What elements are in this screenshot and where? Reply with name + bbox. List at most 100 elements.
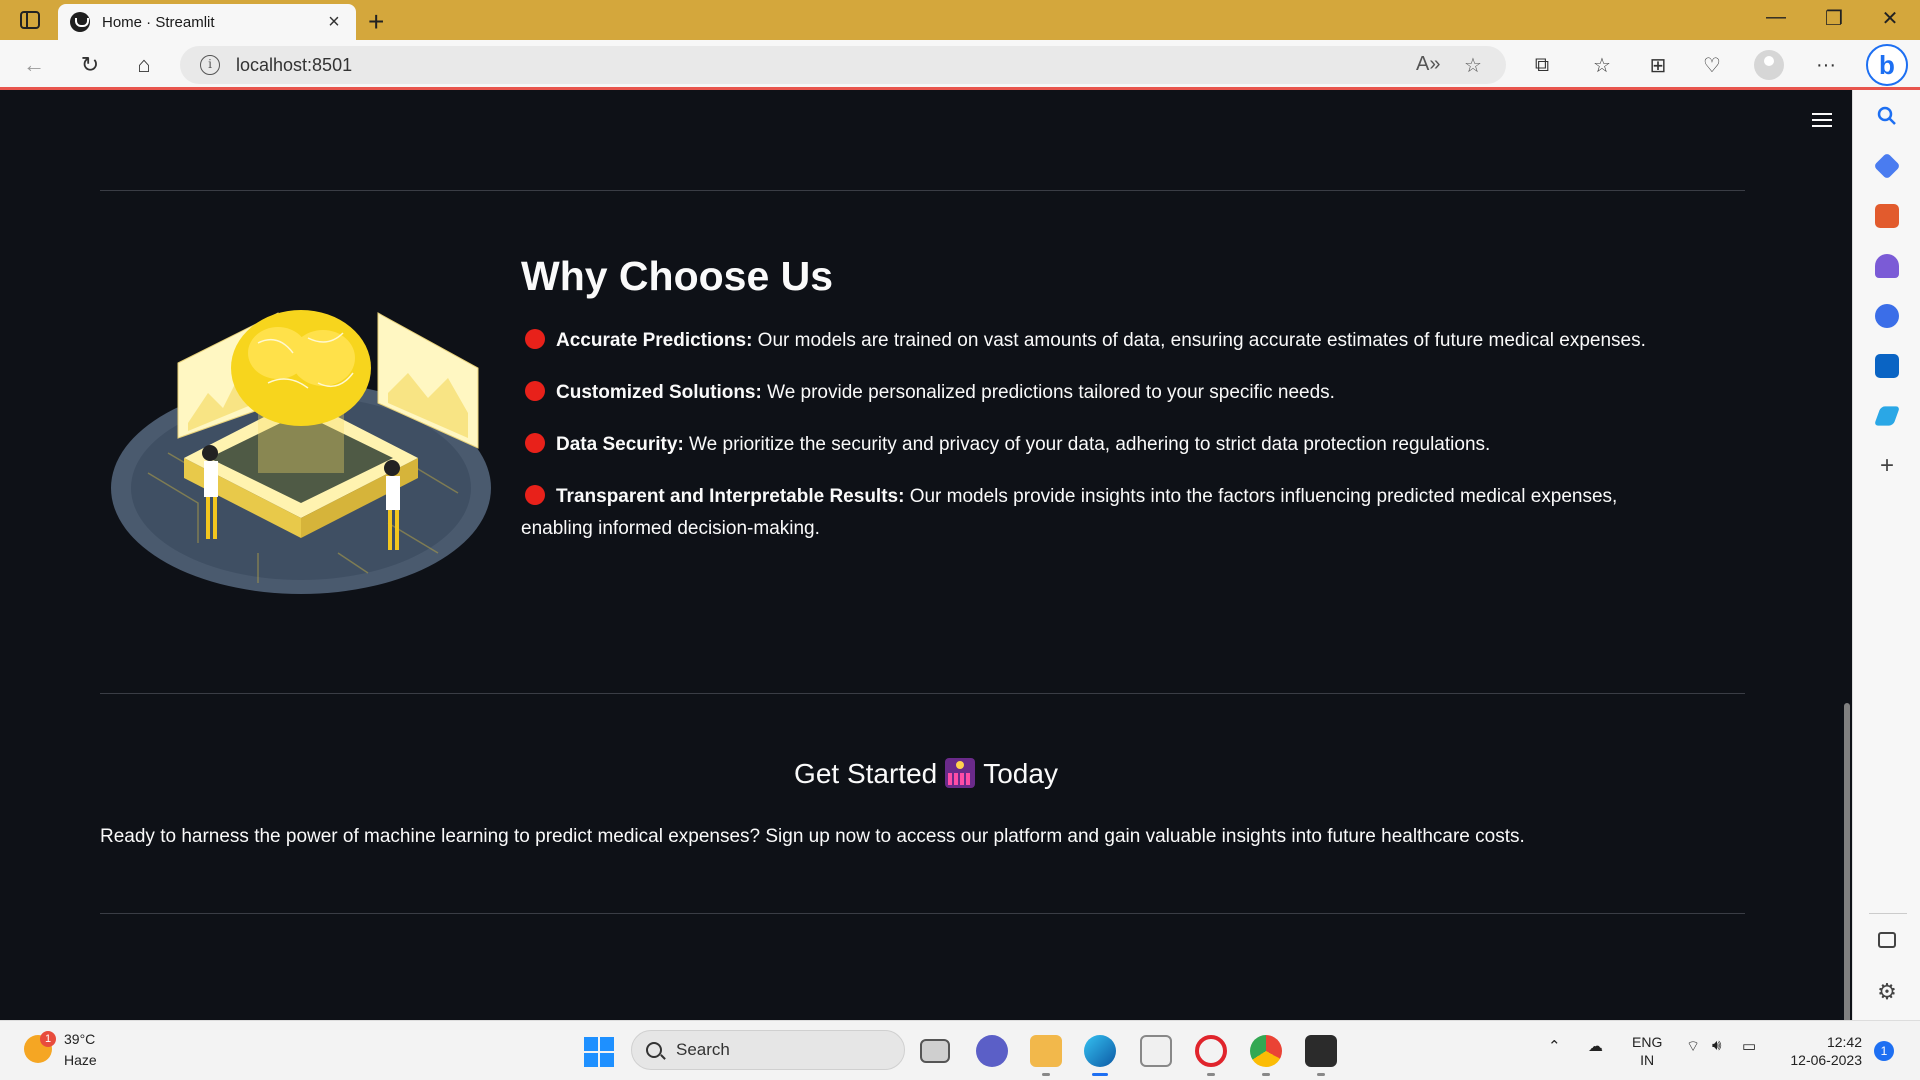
- profile-avatar[interactable]: [1754, 50, 1784, 80]
- tab-actions-icon[interactable]: [18, 9, 42, 31]
- outlook-icon[interactable]: [1875, 354, 1899, 378]
- task-view-icon[interactable]: [920, 1039, 950, 1063]
- feature-title: Customized Solutions:: [556, 382, 762, 403]
- edge-browser-icon[interactable]: [1084, 1035, 1116, 1067]
- region-code: IN: [1640, 1052, 1655, 1068]
- volume-icon[interactable]: 🔊︎: [1712, 1037, 1721, 1054]
- ai-brain-illustration: [111, 310, 491, 594]
- lang-code: ENG: [1632, 1034, 1663, 1050]
- streamlit-app: Why Choose Us Accurate Predictions: Our …: [0, 93, 1852, 1065]
- running-indicator: [1042, 1073, 1050, 1076]
- red-circle-icon: [525, 433, 545, 453]
- divider: [100, 693, 1745, 694]
- edge-sidebar: + ⚙: [1852, 90, 1920, 1020]
- running-indicator: [1262, 1073, 1270, 1076]
- teams-chat-icon[interactable]: [976, 1035, 1008, 1067]
- clock-time: 12:42: [1826, 1034, 1862, 1050]
- weather-temperature[interactable]: 39°C: [64, 1031, 95, 1047]
- streamlit-favicon-icon: [70, 12, 90, 32]
- feature-title: Data Security:: [556, 434, 684, 455]
- get-started-label: Get Started: [794, 758, 938, 789]
- why-choose-us-heading: Why Choose Us: [521, 253, 834, 299]
- wifi-icon[interactable]: ⌔: [1686, 1037, 1700, 1056]
- main-menu-icon[interactable]: [1812, 113, 1832, 131]
- tab-title: Home · Streamlit: [102, 13, 215, 31]
- read-aloud-icon[interactable]: A»: [1416, 53, 1440, 76]
- feature-title: Transparent and Interpretable Results:: [556, 486, 905, 507]
- hide-sidebar-icon[interactable]: [1878, 932, 1896, 948]
- running-indicator: [1207, 1073, 1215, 1076]
- weather-badge: 1: [40, 1031, 56, 1047]
- favorite-star-icon[interactable]: ☆: [1464, 53, 1482, 78]
- running-indicator: [1317, 1073, 1325, 1076]
- tab-close-icon[interactable]: ×: [324, 11, 344, 34]
- red-circle-icon: [525, 329, 545, 349]
- sidebar-settings-icon[interactable]: ⚙: [1875, 980, 1899, 1004]
- taskbar-search-label: Search: [676, 1040, 730, 1059]
- bing-copilot-icon[interactable]: b: [1866, 44, 1908, 86]
- get-started-paragraph: Ready to harness the power of machine le…: [100, 826, 1525, 847]
- terminal-icon[interactable]: [1305, 1035, 1337, 1067]
- show-hidden-icons-icon[interactable]: ⌃: [1548, 1037, 1561, 1055]
- address-bar[interactable]: i localhost:8501 A» ☆: [180, 46, 1506, 84]
- browser-tab-bar: Home · Streamlit × + — ❐ ✕: [0, 0, 1920, 40]
- sidebar-divider: [1869, 913, 1907, 914]
- feature-item: Transparent and Interpretable Results: O…: [521, 481, 1681, 545]
- feature-text: Our models are trained on vast amounts o…: [752, 330, 1646, 351]
- system-clock[interactable]: 12:42 12-06-2023: [1782, 1033, 1862, 1069]
- feature-item: Customized Solutions: We provide persona…: [521, 377, 1681, 409]
- refresh-icon[interactable]: ↻: [74, 50, 106, 80]
- restore-icon[interactable]: ❐: [1814, 6, 1854, 31]
- back-icon[interactable]: ←: [18, 50, 50, 80]
- feature-item: Accurate Predictions: Our models are tra…: [521, 325, 1681, 357]
- red-circle-icon: [525, 485, 545, 505]
- divider: [100, 913, 1745, 914]
- site-info-icon[interactable]: i: [200, 55, 220, 75]
- browser-nav-bar: ← ↻ ⌂ i localhost:8501 A» ☆ ⧉ ☆ ⊞ ♡ ··· …: [0, 40, 1920, 90]
- divider: [100, 190, 1745, 191]
- search-icon: [646, 1042, 662, 1058]
- games-icon[interactable]: [1875, 254, 1899, 278]
- add-sidebar-app-icon[interactable]: +: [1875, 454, 1899, 478]
- input-language[interactable]: ENG IN: [1632, 1033, 1662, 1069]
- file-explorer-icon[interactable]: [1030, 1035, 1062, 1067]
- taskbar-search-box[interactable]: Search: [631, 1030, 905, 1070]
- collections-icon[interactable]: ⊞: [1642, 50, 1674, 80]
- tools-icon[interactable]: [1875, 204, 1899, 228]
- today-label: Today: [983, 758, 1058, 789]
- close-window-icon[interactable]: ✕: [1870, 6, 1910, 31]
- get-started-heading: Get Started Today: [0, 758, 1852, 790]
- feature-title: Accurate Predictions:: [556, 330, 753, 351]
- more-options-icon[interactable]: ···: [1810, 50, 1842, 80]
- clock-date: 12-06-2023: [1790, 1052, 1862, 1068]
- browser-tab-home[interactable]: Home · Streamlit ×: [58, 4, 356, 40]
- feature-text: We provide personalized predictions tail…: [761, 382, 1335, 403]
- shopping-tag-icon[interactable]: [1873, 152, 1901, 180]
- minimize-icon[interactable]: —: [1756, 6, 1796, 29]
- features-list: Accurate Predictions: Our models are tra…: [521, 325, 1681, 565]
- drop-icon[interactable]: [1873, 406, 1901, 426]
- onedrive-icon[interactable]: ☁: [1588, 1037, 1603, 1055]
- city-night-emoji-icon: [945, 758, 976, 788]
- battery-icon[interactable]: ▭: [1742, 1037, 1756, 1055]
- home-icon[interactable]: ⌂: [128, 50, 160, 80]
- search-icon[interactable]: [1875, 104, 1899, 128]
- feature-text: We prioritize the security and privacy o…: [683, 434, 1491, 455]
- windows-taskbar: 1 39°C Haze Search ⌃ ☁ ENG IN ⌔ 🔊︎ ▭ 12:4…: [0, 1020, 1920, 1080]
- microsoft-365-icon[interactable]: [1875, 304, 1899, 328]
- address-url[interactable]: localhost:8501: [236, 55, 352, 76]
- opera-browser-icon[interactable]: [1195, 1035, 1227, 1067]
- weather-condition[interactable]: Haze: [64, 1052, 97, 1068]
- browser-essentials-icon[interactable]: ♡: [1696, 50, 1728, 80]
- start-windows-icon[interactable]: [584, 1037, 614, 1067]
- notification-badge[interactable]: 1: [1874, 1041, 1894, 1061]
- red-circle-icon: [525, 381, 545, 401]
- chrome-icon[interactable]: [1250, 1035, 1282, 1067]
- favorites-icon[interactable]: ☆: [1586, 50, 1618, 80]
- extensions-icon[interactable]: ⧉: [1526, 50, 1558, 80]
- microsoft-store-icon[interactable]: [1140, 1035, 1172, 1067]
- page-scrollbar[interactable]: [1844, 703, 1850, 1065]
- new-tab-button[interactable]: +: [368, 6, 384, 38]
- active-indicator: [1092, 1073, 1108, 1076]
- feature-item: Data Security: We prioritize the securit…: [521, 429, 1681, 461]
